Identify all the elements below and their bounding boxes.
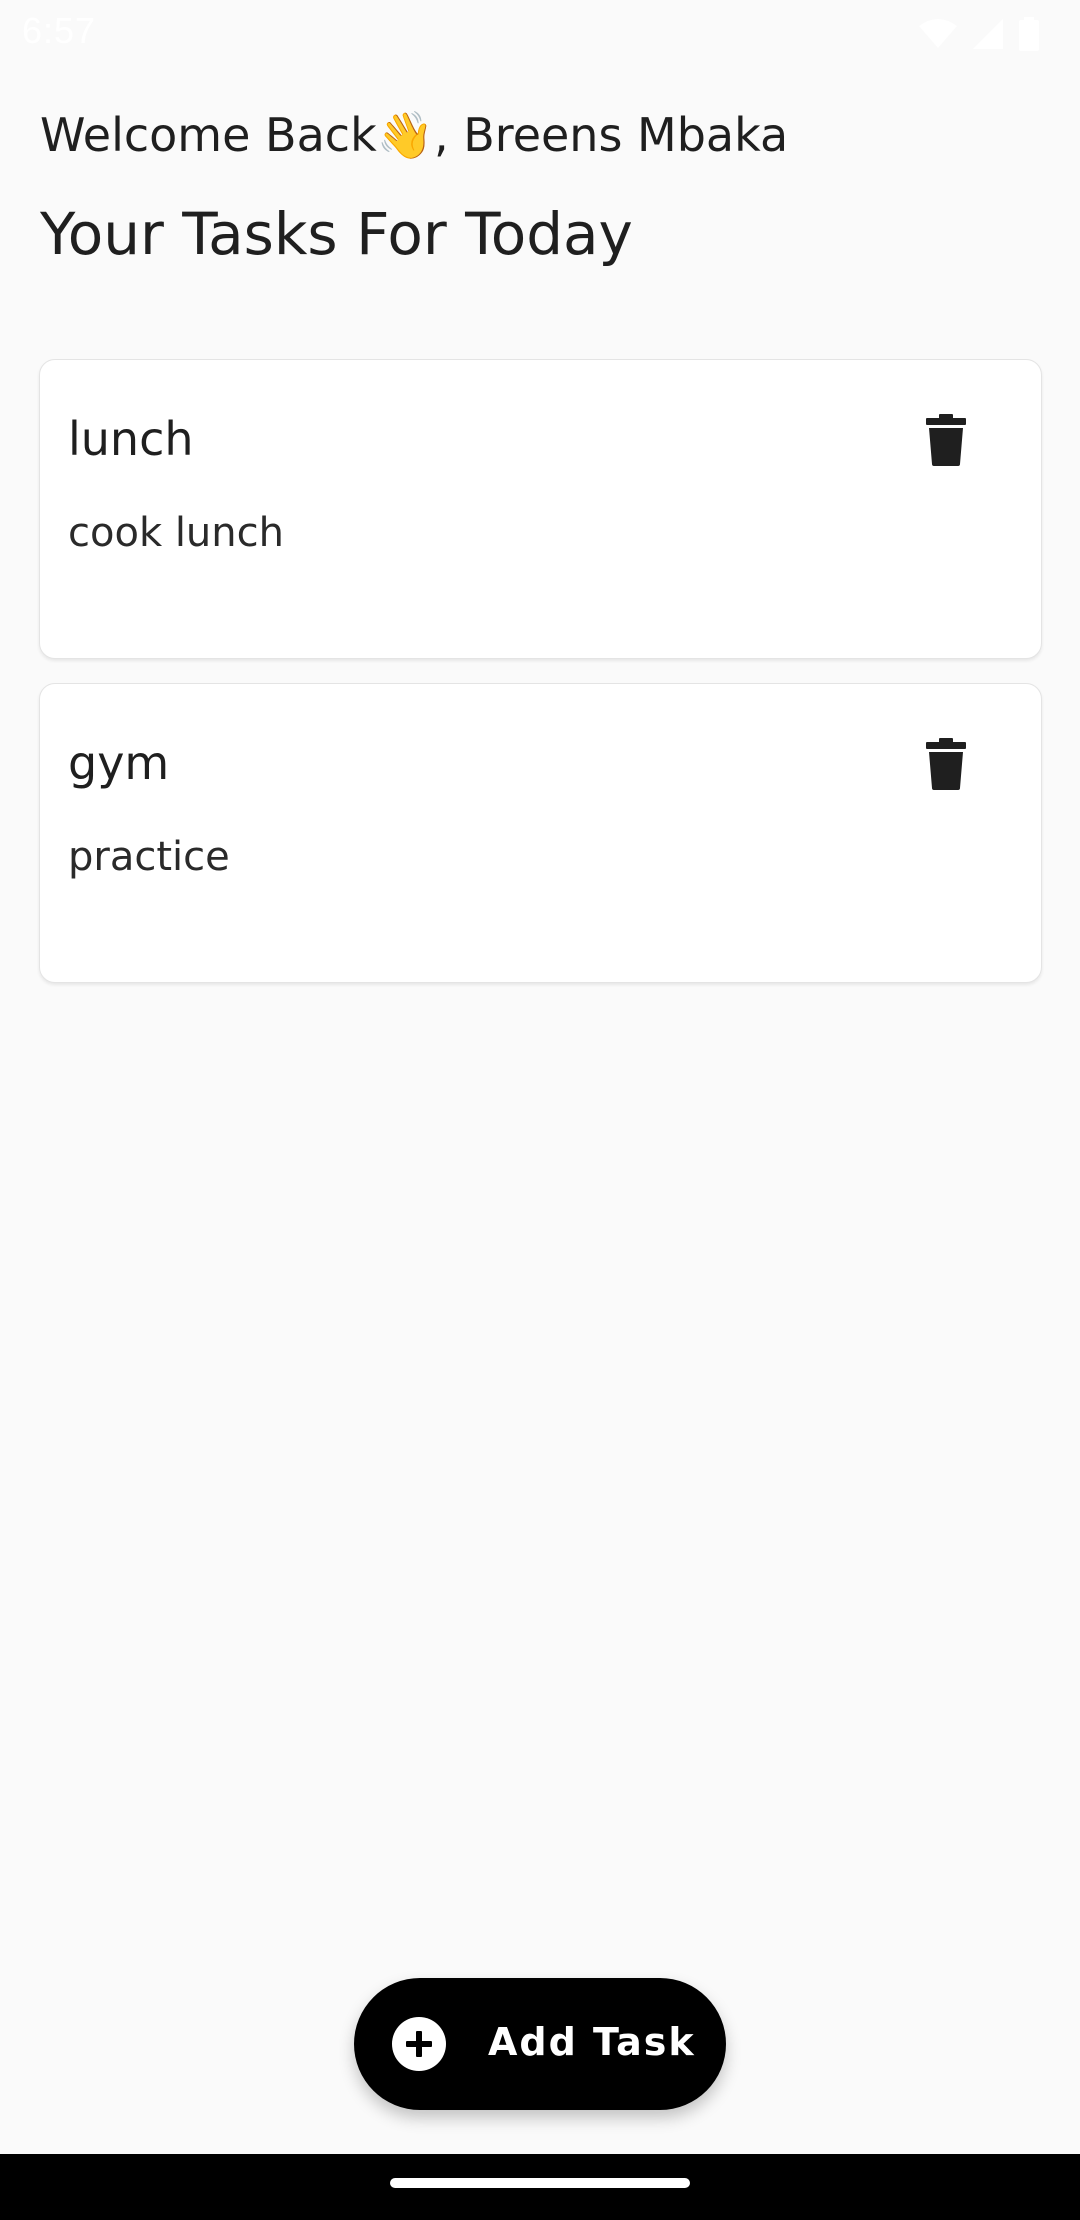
signal-icon <box>973 19 1003 49</box>
delete-task-button[interactable] <box>916 734 976 794</box>
trash-icon <box>926 414 966 466</box>
trash-icon <box>926 738 966 790</box>
wifi-icon <box>919 19 957 48</box>
delete-task-button[interactable] <box>916 410 976 470</box>
task-title: gym <box>68 736 170 790</box>
status-bar: 6:57 <box>0 0 1080 66</box>
task-card[interactable]: gym practice <box>39 683 1042 983</box>
task-description: practice <box>68 834 230 880</box>
welcome-message: Welcome Back👋, Breens Mbaka <box>40 108 789 162</box>
task-list: lunch cook lunch gym practice <box>39 359 1042 1007</box>
page-title: Your Tasks For Today <box>40 200 633 268</box>
add-task-button[interactable]: Add Task <box>354 1978 726 2110</box>
task-title: lunch <box>68 412 194 466</box>
battery-icon <box>1019 17 1039 51</box>
status-time: 6:57 <box>22 10 97 51</box>
plus-circle-icon <box>392 2017 446 2071</box>
status-icons <box>918 16 1040 52</box>
navigation-bar <box>0 2154 1080 2220</box>
add-task-label: Add Task <box>488 2020 696 2064</box>
task-card[interactable]: lunch cook lunch <box>39 359 1042 659</box>
home-indicator[interactable] <box>390 2178 690 2188</box>
task-description: cook lunch <box>68 510 284 556</box>
